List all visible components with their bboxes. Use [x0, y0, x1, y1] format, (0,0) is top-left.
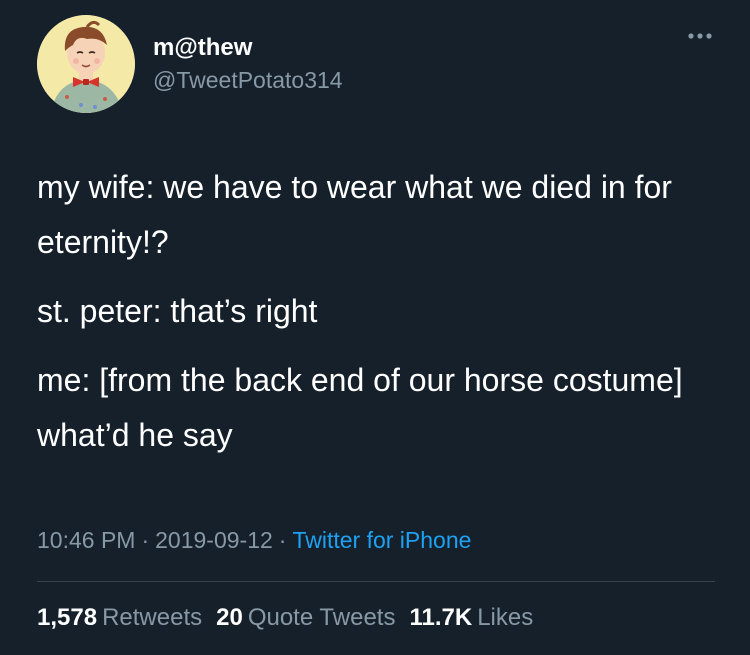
tweet-source-link[interactable]: Twitter for iPhone: [292, 527, 471, 553]
likes-count: 11.7K: [409, 604, 473, 631]
ellipsis-icon: [688, 33, 712, 39]
tweet-time[interactable]: 10:46 PM: [37, 527, 135, 553]
tweet-paragraph: st. peter: that’s right: [37, 293, 318, 329]
quote-tweets-label: Quote Tweets: [247, 604, 396, 631]
display-name[interactable]: m@thew: [153, 33, 343, 63]
user-info[interactable]: m@thew @TweetPotato314: [153, 33, 343, 95]
divider: [37, 581, 715, 582]
tweet-paragraph: me: [from the back end of our horse cost…: [37, 362, 683, 453]
tweet-card: m@thew @TweetPotato314 my wife: we have …: [0, 0, 750, 655]
tweet-stats: 1,578 Retweets 20 Quote Tweets 11.7K Likes: [37, 598, 547, 638]
user-handle[interactable]: @TweetPotato314: [153, 65, 343, 95]
retweets-label: Retweets: [102, 604, 203, 631]
avatar[interactable]: [37, 15, 135, 113]
tweet-text: my wife: we have to wear what we died in…: [37, 160, 717, 477]
tweet-metadata: 10:46 PM · 2019-09-12 · Twitter for iPhone: [37, 520, 471, 560]
retweets-count: 1,578: [37, 604, 98, 631]
separator-dot: ·: [141, 527, 150, 553]
more-options-button[interactable]: [685, 29, 715, 43]
tweet-header: m@thew @TweetPotato314: [37, 15, 717, 115]
cartoon-boy-avatar-icon: [37, 15, 135, 113]
tweet-date[interactable]: 2019-09-12: [155, 527, 273, 553]
tweet-paragraph: my wife: we have to wear what we died in…: [37, 169, 672, 260]
quote-tweets-count: 20: [216, 604, 243, 631]
separator-dot: ·: [278, 527, 287, 553]
likes-stat[interactable]: 11.7K Likes: [409, 604, 533, 631]
retweets-stat[interactable]: 1,578 Retweets: [37, 604, 202, 631]
likes-label: Likes: [477, 604, 534, 631]
quote-tweets-stat[interactable]: 20 Quote Tweets: [216, 604, 395, 631]
